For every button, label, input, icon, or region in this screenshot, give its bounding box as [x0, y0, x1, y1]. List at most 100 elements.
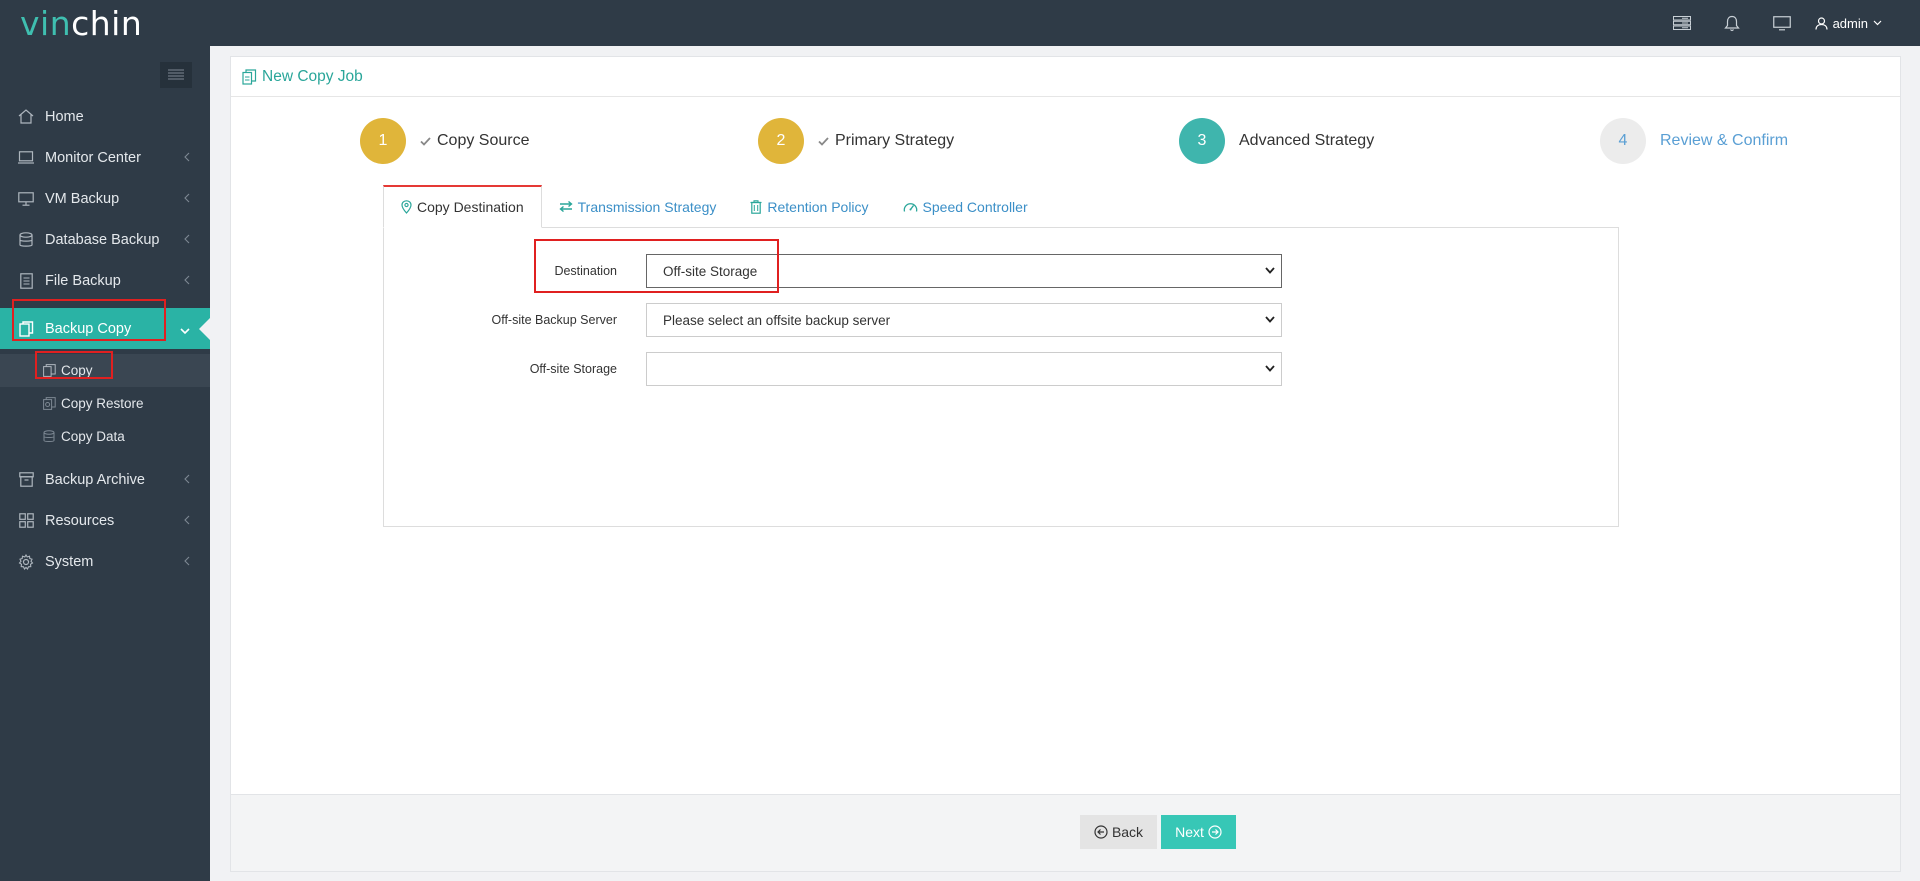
checkmark-icon	[818, 136, 829, 146]
page-header: New Copy Job	[231, 57, 1900, 97]
vinchin-logo[interactable]: vinchin	[20, 4, 142, 43]
offsite-server-select[interactable]: Please select an offsite backup server	[646, 303, 1282, 337]
step-label: Advanced Strategy	[1239, 132, 1375, 149]
home-icon	[17, 108, 35, 126]
sidebar-toggle-button[interactable]	[160, 62, 192, 88]
sidebar-item-label: VM Backup	[45, 190, 120, 207]
file-icon	[17, 272, 35, 290]
step-number-badge: 1	[360, 118, 406, 164]
copy-destination-panel: Destination Off-site Storage Off-site Ba…	[383, 227, 1619, 527]
destination-value: Off-site Storage	[663, 263, 758, 279]
sidebar-item-label: File Backup	[45, 272, 121, 289]
sidebar-item-label: Monitor Center	[45, 149, 141, 166]
next-button-label: Next	[1175, 824, 1204, 840]
offsite-server-row: Off-site Backup Server Please select an …	[384, 303, 1620, 337]
sidebar-subitem-label: Copy	[61, 363, 93, 378]
chevron-down-icon	[1265, 365, 1275, 372]
screen-icon[interactable]	[1757, 0, 1807, 46]
chevron-left-icon	[184, 150, 190, 166]
step-number-badge: 4	[1600, 118, 1646, 164]
hamburger-icon	[168, 69, 184, 80]
logo-text-vin: vin	[20, 4, 72, 43]
backup-copy-submenu: Copy Copy Restore Copy Data	[0, 349, 210, 459]
copy-icon	[17, 320, 35, 338]
user-menu[interactable]: admin	[1807, 0, 1920, 46]
checkmark-icon	[420, 136, 431, 146]
sidebar-item-backup-copy[interactable]: Backup Copy	[0, 308, 210, 349]
copy-icon	[42, 364, 56, 378]
sidebar-subitem-label: Copy Data	[61, 429, 125, 444]
tab-speed-controller[interactable]: Speed Controller	[886, 185, 1045, 228]
sidebar-item-label: Backup Copy	[45, 320, 132, 337]
step-primary-strategy[interactable]: 2 Primary Strategy	[758, 118, 954, 164]
sidebar-item-resources[interactable]: Resources	[0, 500, 210, 541]
sidebar-subitem-copy-restore[interactable]: Copy Restore	[0, 387, 210, 420]
chevron-left-icon	[184, 554, 190, 570]
speedometer-icon	[903, 201, 918, 213]
arrow-left-circle-icon	[1094, 825, 1108, 839]
step-label: Primary Strategy	[835, 132, 955, 149]
archive-icon	[17, 471, 35, 489]
top-icons: admin	[1657, 0, 1920, 46]
server-list-icon[interactable]	[1657, 0, 1707, 46]
step-review-confirm[interactable]: 4 Review & Confirm	[1600, 118, 1788, 164]
chevron-down-icon	[180, 323, 190, 339]
sidebar-item-system[interactable]: System	[0, 541, 210, 582]
chevron-left-icon	[184, 273, 190, 289]
chevron-down-icon	[1265, 267, 1275, 274]
sidebar-subitem-copy-data[interactable]: Copy Data	[0, 420, 210, 453]
tab-label: Speed Controller	[922, 198, 1028, 215]
arrow-right-circle-icon	[1208, 825, 1222, 839]
tab-label: Transmission Strategy	[577, 198, 717, 215]
destination-label: Destination	[554, 264, 617, 278]
active-indicator	[199, 318, 210, 340]
sidebar-subitem-label: Copy Restore	[61, 396, 144, 411]
sidebar-item-label: Home	[45, 108, 84, 125]
wizard-steps: 1 Copy Source 2 Primary Strategy 3 Advan…	[231, 118, 1902, 164]
bell-icon[interactable]	[1707, 0, 1757, 46]
step-number-badge: 3	[1179, 118, 1225, 164]
trash-icon	[750, 199, 762, 214]
sidebar-item-home[interactable]: Home	[0, 96, 210, 137]
user-icon	[1814, 16, 1828, 30]
tab-transmission-strategy[interactable]: Transmission Strategy	[542, 185, 734, 228]
tab-label: Retention Policy	[767, 198, 869, 215]
step-number-badge: 2	[758, 118, 804, 164]
sidebar: Home Monitor Center VM Backup Database B…	[0, 46, 210, 881]
copy-icon	[242, 68, 257, 85]
offsite-storage-row: Off-site Storage	[384, 352, 1620, 386]
tab-retention-policy[interactable]: Retention Policy	[733, 185, 885, 228]
page-title: New Copy Job	[262, 67, 363, 85]
logo-text-chin: chin	[71, 4, 143, 43]
grid-icon	[17, 512, 35, 530]
location-pin-icon	[401, 200, 412, 214]
destination-select[interactable]: Off-site Storage	[646, 254, 1282, 288]
restore-icon	[42, 397, 56, 411]
gear-icon	[17, 553, 35, 571]
next-button[interactable]: Next	[1161, 815, 1236, 849]
chevron-down-icon	[1873, 20, 1882, 26]
chevron-left-icon	[184, 232, 190, 248]
chevron-left-icon	[184, 513, 190, 529]
sidebar-item-label: Database Backup	[45, 231, 160, 248]
sidebar-item-backup-archive[interactable]: Backup Archive	[0, 459, 210, 500]
step-copy-source[interactable]: 1 Copy Source	[360, 118, 530, 164]
sidebar-subitem-copy[interactable]: Copy	[0, 354, 210, 387]
sidebar-item-database-backup[interactable]: Database Backup	[0, 219, 210, 260]
chevron-left-icon	[184, 472, 190, 488]
sidebar-item-label: Backup Archive	[45, 471, 145, 488]
wizard-footer: Back Next	[231, 794, 1900, 871]
step-advanced-strategy[interactable]: 3 Advanced Strategy	[1179, 118, 1374, 164]
monitor-icon	[17, 149, 35, 167]
offsite-server-label: Off-site Backup Server	[491, 313, 617, 327]
sidebar-item-monitor-center[interactable]: Monitor Center	[0, 137, 210, 178]
sidebar-item-file-backup[interactable]: File Backup	[0, 260, 210, 301]
tab-copy-destination[interactable]: Copy Destination	[383, 185, 542, 228]
offsite-storage-select[interactable]	[646, 352, 1282, 386]
sidebar-item-vm-backup[interactable]: VM Backup	[0, 178, 210, 219]
back-button-label: Back	[1111, 824, 1144, 840]
back-button[interactable]: Back	[1080, 815, 1157, 849]
top-bar: vinchin admin	[0, 0, 1920, 46]
transfer-arrows-icon	[559, 201, 573, 212]
sidebar-item-label: Resources	[45, 512, 115, 529]
